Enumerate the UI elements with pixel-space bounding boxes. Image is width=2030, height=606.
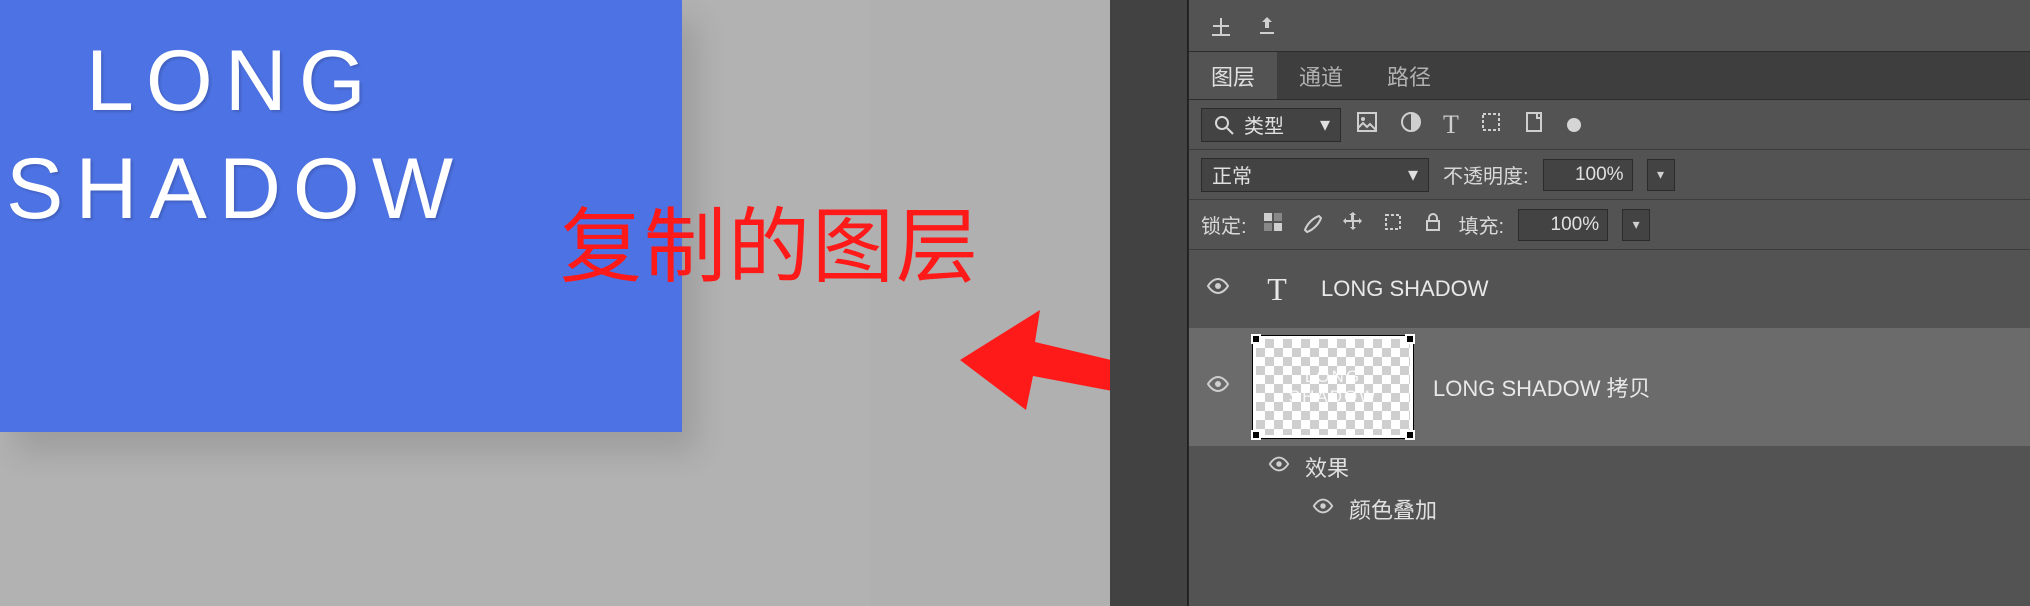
fx-color-overlay-row[interactable]: 颜色叠加 (1189, 488, 2030, 530)
lock-brush-icon[interactable] (1301, 210, 1325, 240)
visibility-toggle-icon[interactable] (1203, 372, 1233, 402)
opacity-stepper[interactable]: ▾ (1647, 159, 1675, 191)
thumb-ghost-text: LONG SHADOW (1289, 367, 1378, 407)
tab-layers[interactable]: 图层 (1189, 52, 1277, 99)
lock-artboard-icon[interactable] (1381, 210, 1405, 240)
chevron-down-icon: ▾ (1320, 112, 1330, 137)
layer-row[interactable]: T LONG SHADOW (1189, 250, 2030, 328)
tab-channels-label: 通道 (1299, 60, 1343, 92)
opacity-label: 不透明度: (1443, 160, 1529, 189)
lock-fill-row: 锁定: 填充: 100% ▾ (1189, 200, 2030, 250)
layer-name: LONG SHADOW 拷贝 (1433, 371, 1651, 403)
opacity-value[interactable]: 100% (1543, 159, 1633, 191)
lock-transparent-icon[interactable] (1261, 210, 1285, 240)
filter-kind-label: 类型 (1244, 110, 1284, 139)
filter-smart-icon[interactable] (1523, 110, 1547, 140)
tab-paths[interactable]: 路径 (1365, 52, 1453, 99)
layers-list: T LONG SHADOW LONG SHADOW LONG SHADOW 拷贝 (1189, 250, 2030, 606)
thumb-line2: SHADOW (1289, 387, 1378, 407)
blend-opacity-row: 正常 ▾ 不透明度: 100% ▾ (1189, 150, 2030, 200)
fill-label: 填充: (1459, 210, 1505, 239)
panels-collapsed-strip[interactable] (1110, 0, 1188, 606)
fx-color-overlay-label: 颜色叠加 (1349, 493, 1437, 525)
visibility-toggle-icon[interactable] (1265, 453, 1293, 481)
lock-label: 锁定: (1201, 210, 1247, 239)
panel-tabs: 图层 通道 路径 (1189, 52, 2030, 100)
filter-type-t-icon[interactable]: T (1443, 110, 1459, 140)
filter-adjust-icon[interactable] (1399, 110, 1423, 140)
visibility-toggle-icon[interactable] (1203, 274, 1233, 304)
filter-shape-icon[interactable] (1479, 110, 1503, 140)
lock-icons (1261, 210, 1445, 240)
panels-dock: 图层 通道 路径 类型 ▾ T 正常 (1110, 0, 2030, 606)
export-icon[interactable] (1255, 14, 1279, 38)
filter-pixel-icon[interactable] (1355, 110, 1379, 140)
add-icon[interactable] (1209, 14, 1233, 38)
layer-filter-row: 类型 ▾ T (1189, 100, 2030, 150)
layer-name: LONG SHADOW (1321, 276, 1488, 302)
search-icon (1212, 113, 1236, 137)
filter-toggle-dot[interactable] (1567, 118, 1581, 132)
lock-all-icon[interactable] (1421, 210, 1445, 240)
text-layer-thumb: T (1253, 265, 1301, 313)
blend-mode-select[interactable]: 正常 ▾ (1201, 158, 1429, 192)
tab-layers-label: 图层 (1211, 60, 1255, 92)
thumb-line1: LONG (1289, 367, 1378, 387)
fx-effects-row[interactable]: 效果 (1189, 446, 2030, 488)
artwork-text-line2: SHADOW (6, 140, 465, 239)
layers-panel: 图层 通道 路径 类型 ▾ T 正常 (1188, 0, 2030, 606)
chevron-down-icon: ▾ (1408, 162, 1418, 187)
artwork-text-line1: LONG (86, 32, 378, 131)
panel-top-toolbar (1189, 0, 2030, 52)
filter-type-icons: T (1355, 110, 1581, 140)
annotation-label: 复制的图层 (560, 180, 980, 299)
filter-kind-select[interactable]: 类型 ▾ (1201, 108, 1341, 142)
fill-stepper[interactable]: ▾ (1622, 209, 1650, 241)
canvas-area: LONG SHADOW (0, 0, 870, 606)
smart-object-thumb: LONG SHADOW (1253, 336, 1413, 438)
fill-value-text: 100% (1551, 214, 1600, 236)
fill-value[interactable]: 100% (1518, 209, 1608, 241)
visibility-toggle-icon[interactable] (1309, 495, 1337, 523)
tab-paths-label: 路径 (1387, 60, 1431, 92)
tab-channels[interactable]: 通道 (1277, 52, 1365, 99)
blend-mode-value: 正常 (1212, 160, 1252, 189)
opacity-value-text: 100% (1575, 164, 1624, 186)
layer-row[interactable]: LONG SHADOW LONG SHADOW 拷贝 (1189, 328, 2030, 446)
fx-effects-label: 效果 (1305, 451, 1349, 483)
lock-move-icon[interactable] (1341, 210, 1365, 240)
